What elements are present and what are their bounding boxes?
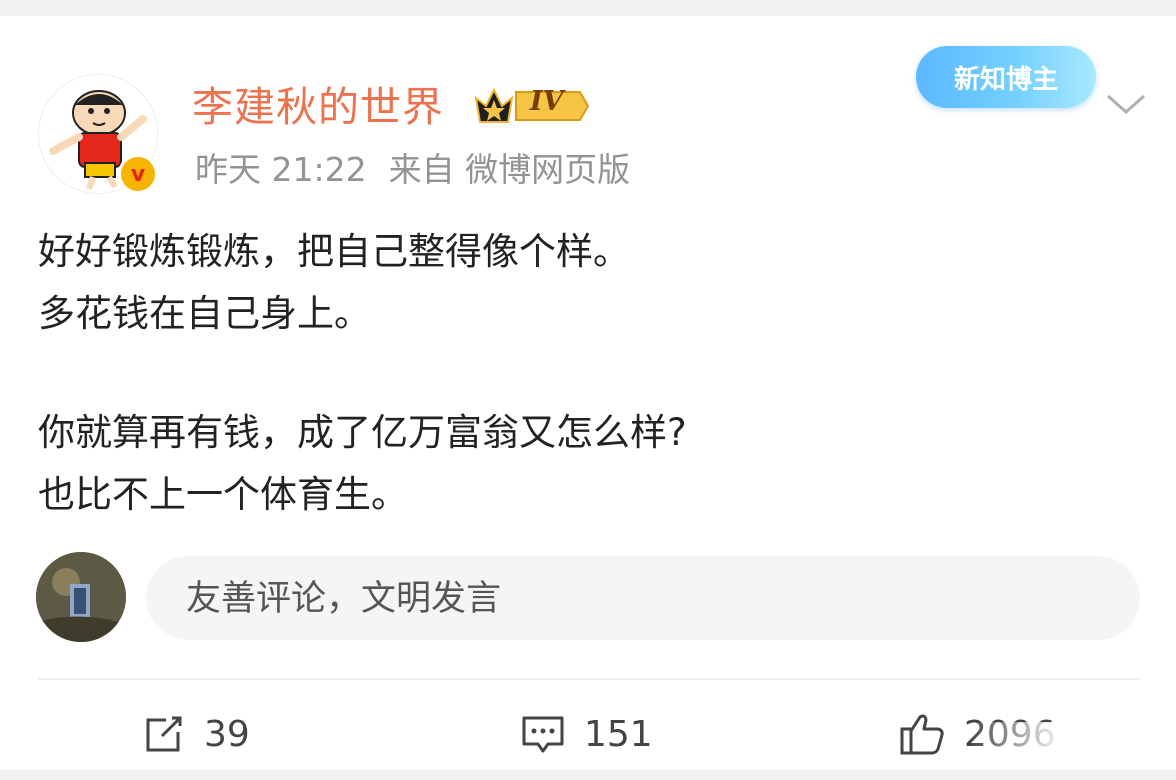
divider <box>38 678 1140 680</box>
repost-button[interactable]: 39 <box>142 710 250 758</box>
level-badge-text: IV <box>530 86 564 117</box>
comment-box[interactable] <box>146 556 1140 642</box>
repost-icon <box>146 716 182 752</box>
post-source[interactable]: 来自 微博网页版 <box>389 150 631 189</box>
post-meta: 昨天 21:22 来自 微博网页版 <box>195 148 652 192</box>
post-time: 昨天 21:22 <box>195 150 367 189</box>
verified-icon: v <box>118 154 158 194</box>
repost-count: 39 <box>204 713 250 755</box>
chevron-down-icon[interactable] <box>1104 90 1148 122</box>
post-paragraph: 你就算再有钱，成了亿万富翁又怎么样? <box>38 411 687 454</box>
blogger-badge[interactable]: 新知博主 <box>916 46 1096 108</box>
like-icon <box>900 714 944 755</box>
author-name[interactable]: 李建秋的世界 <box>192 80 444 134</box>
bottom-overlay <box>968 722 1176 762</box>
post-card: v 李建秋的世界 IV 昨天 21:22 来自 微博网页版 新知博主 好好锻炼锻炼… <box>0 16 1176 770</box>
comment-count: 151 <box>584 713 653 755</box>
comment-button[interactable]: 151 <box>520 710 653 758</box>
comment-input[interactable] <box>184 556 1088 642</box>
comment-icon <box>522 716 564 753</box>
crown-icon[interactable]: IV <box>472 84 590 132</box>
post-paragraph: 多花钱在自己身上。 <box>38 292 371 335</box>
post-paragraph: 好好锻炼锻炼，把自己整得像个样。 <box>38 230 630 273</box>
post-paragraph: 也比不上一个体育生。 <box>38 473 408 516</box>
user-avatar[interactable] <box>36 552 126 642</box>
post-content: 好好锻炼锻炼，把自己整得像个样。 多花钱在自己身上。 你就算再有钱，成了亿万富翁… <box>38 221 1138 526</box>
